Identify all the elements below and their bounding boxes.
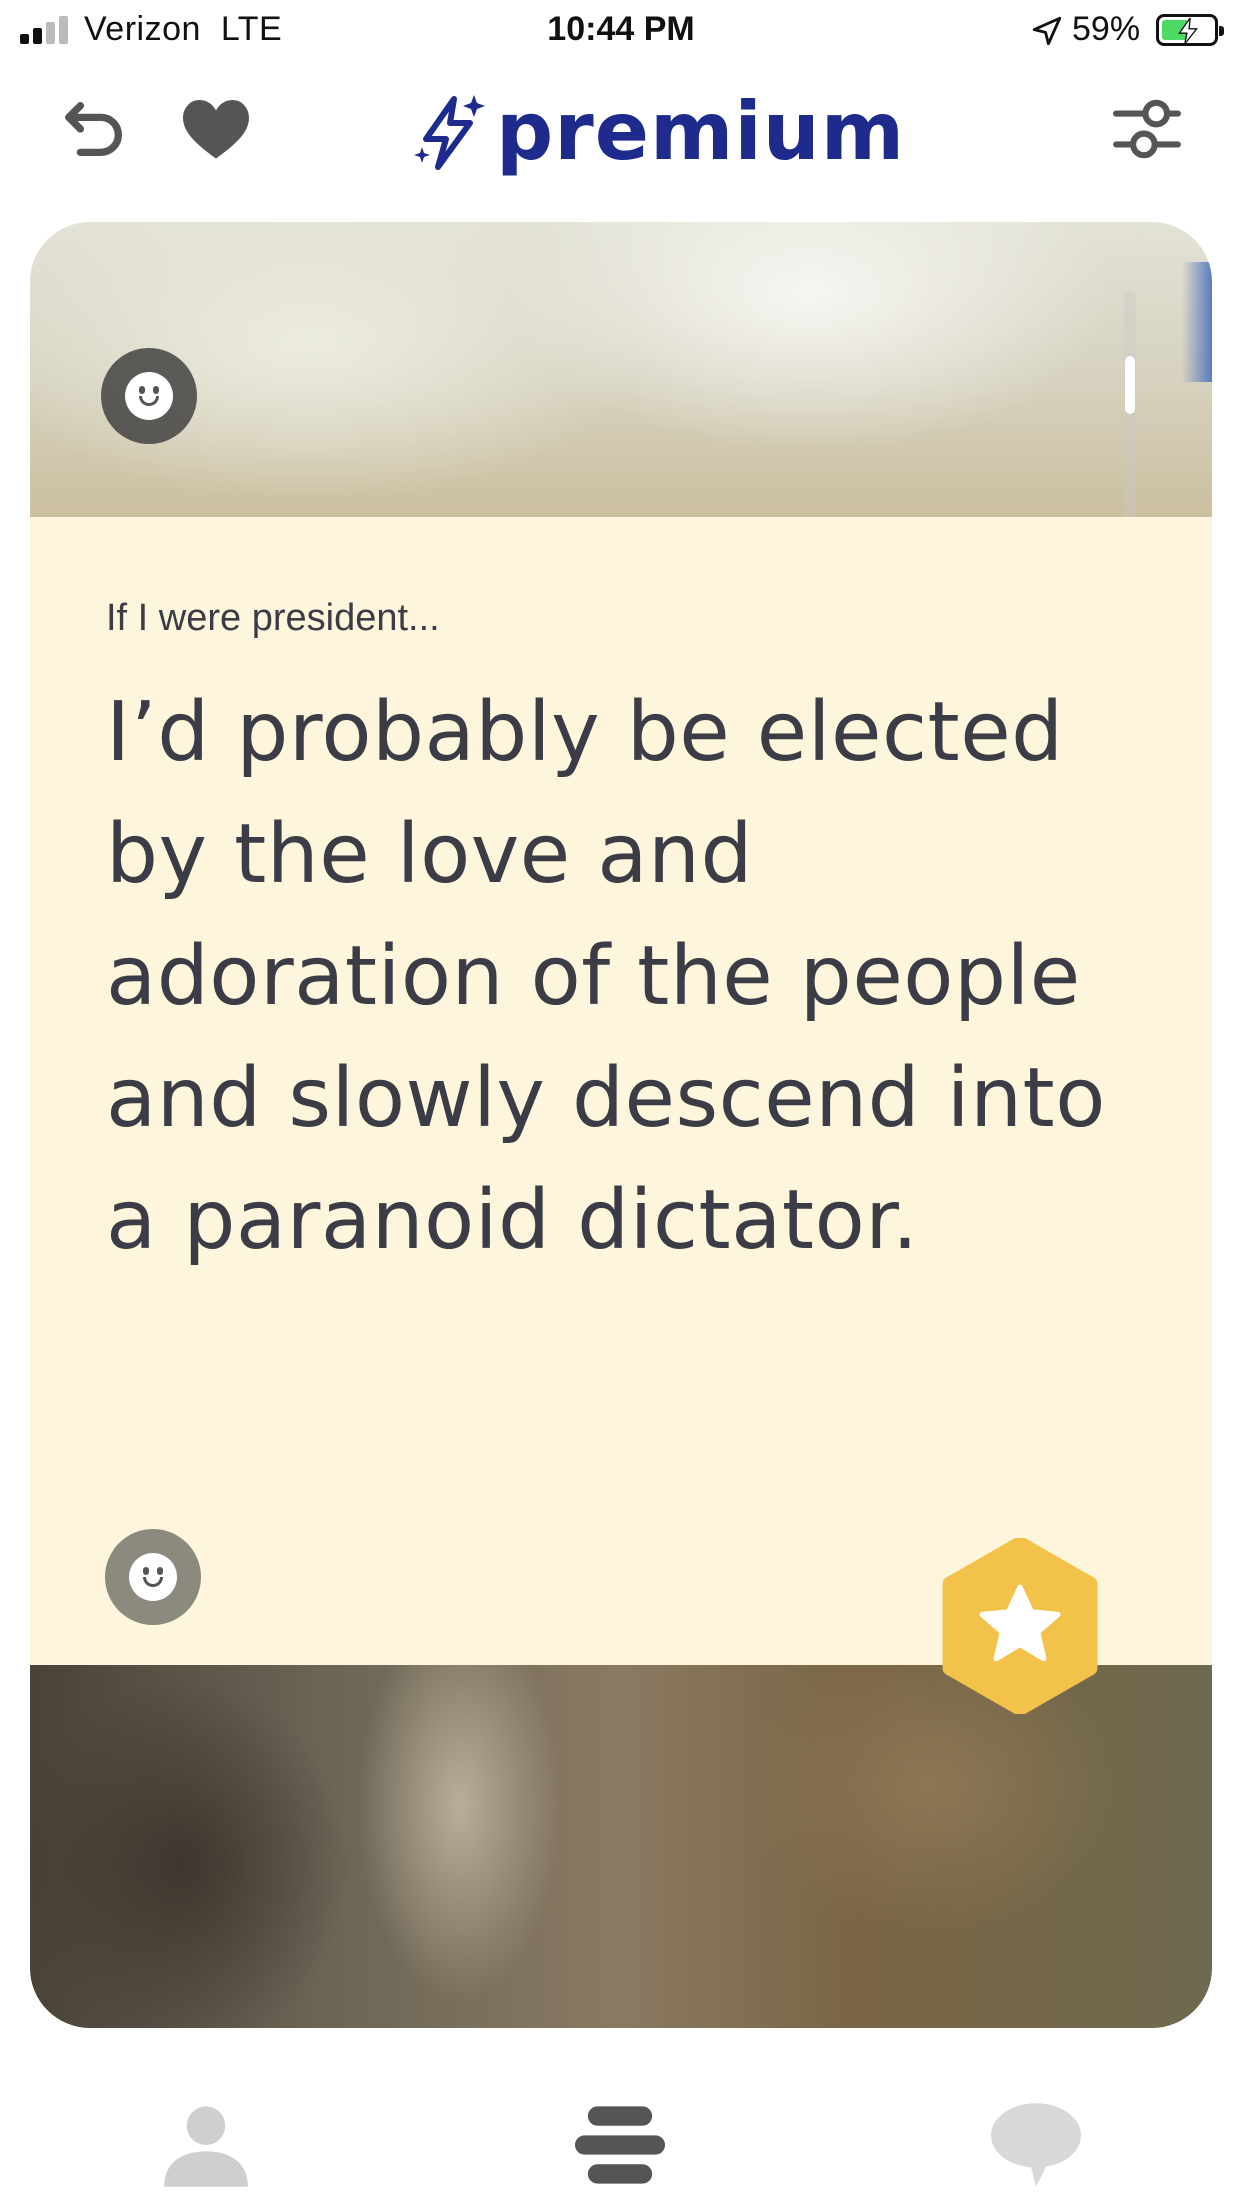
photo-reaction-button[interactable] [101, 348, 197, 444]
prompt-answer: I’d probably be elected by the love and … [106, 685, 1106, 1268]
battery-icon [1156, 14, 1224, 46]
undo-icon[interactable] [60, 94, 130, 164]
location-arrow-icon [1032, 16, 1062, 46]
filters-icon[interactable] [1110, 92, 1184, 166]
superlike-star-button[interactable] [932, 1538, 1108, 1714]
discover-tab-icon[interactable] [570, 2100, 670, 2190]
messages-tab-icon[interactable] [986, 2100, 1086, 2190]
prompt-reaction-button[interactable] [105, 1529, 201, 1625]
bottom-tab-bar [0, 2060, 1242, 2208]
card-scrollbar[interactable] [1124, 290, 1136, 544]
top-navigation-bar: premium [0, 64, 1242, 214]
heart-icon[interactable] [180, 98, 252, 162]
profile-card[interactable]: If I were president... I’d probably be e… [30, 222, 1212, 2028]
premium-brand[interactable]: premium [410, 84, 906, 178]
profile-tab-icon[interactable] [156, 2100, 256, 2190]
sparkle-bolt-icon [414, 95, 485, 170]
smiley-icon [125, 372, 173, 420]
battery-percent: 59% [1072, 10, 1141, 48]
profile-photo[interactable] [30, 222, 1212, 517]
smiley-icon [129, 1553, 177, 1601]
profile-photo[interactable] [30, 1665, 1212, 2028]
premium-label: premium [496, 84, 906, 178]
prompt-section: If I were president... I’d probably be e… [30, 517, 1212, 1665]
status-bar: Verizon LTE 10:44 PM 59% [0, 0, 1242, 64]
prompt-question: If I were president... [106, 597, 440, 639]
